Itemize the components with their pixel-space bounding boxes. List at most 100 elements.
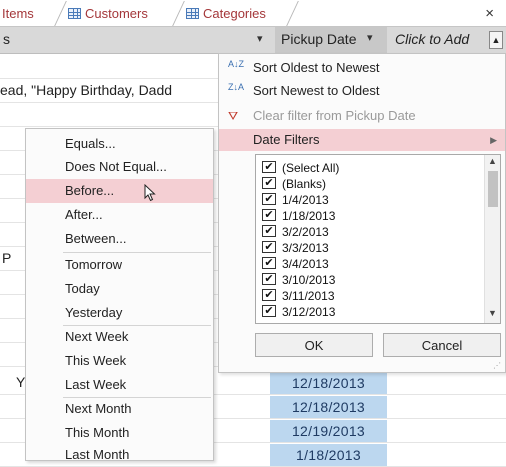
checkbox[interactable]: ✔ (262, 225, 276, 237)
sort-oldest-to-newest-item[interactable]: A↓Z Sort Oldest to Newest (219, 57, 505, 79)
filter-list-item[interactable]: ✔ (Blanks) (256, 175, 486, 191)
scroll-down-icon[interactable]: ▼ (488, 308, 497, 318)
close-tab-button[interactable]: × (485, 5, 494, 22)
submenu-item-today[interactable]: Today (26, 277, 213, 301)
scroll-up-icon[interactable]: ▲ (488, 156, 497, 166)
cancel-button[interactable]: Cancel (383, 333, 501, 357)
filter-list-label: (Select All) (282, 161, 340, 175)
filter-list-item[interactable]: ✔ (Select All) (256, 159, 486, 175)
submenu-item-next-week[interactable]: Next Week (26, 325, 213, 349)
sort-oldest-label: Sort Oldest to Newest (253, 60, 380, 75)
clear-filter-item: ⛛ Clear filter from Pickup Date (219, 105, 505, 127)
filter-list-item[interactable]: ✔ 3/12/2013 (256, 303, 486, 319)
cell-fragment: P (2, 250, 12, 266)
filter-list-label: 1/18/2013 (282, 209, 336, 223)
submenu-arrow-icon: ▶ (490, 135, 497, 145)
filter-list-label: 1/4/2013 (282, 193, 329, 207)
submenu-item-before[interactable]: Before... (26, 179, 213, 203)
checkbox[interactable]: ✔ (262, 289, 276, 301)
filter-list-item[interactable]: ✔ 3/4/2013 (256, 255, 486, 271)
scroll-up-icon[interactable]: ▲ (489, 31, 503, 49)
submenu-item-yesterday[interactable]: Yesterday (26, 301, 213, 325)
filter-list-label: 3/12/2013 (282, 305, 336, 319)
submenu-item-between[interactable]: Between... (26, 227, 213, 251)
submenu-item-label: Does Not Equal... (65, 159, 167, 174)
filter-list-label: 3/2/2013 (282, 225, 329, 239)
checkbox[interactable]: ✔ (262, 177, 276, 189)
description-cell: ead, "Happy Birthday, Dadd (0, 82, 173, 98)
submenu-item-label: Before... (65, 183, 115, 198)
submenu-item-tomorrow[interactable]: Tomorrow (26, 253, 213, 277)
tab-divider (54, 1, 67, 26)
table-icon (68, 8, 81, 19)
checkbox[interactable]: ✔ (262, 273, 276, 285)
pickup-date-label: Pickup Date (281, 31, 357, 47)
submenu-item-label: Tomorrow (65, 257, 123, 272)
filter-list-item[interactable]: ✔ 3/10/2013 (256, 271, 486, 287)
submenu-item-does-not-equal[interactable]: Does Not Equal... (26, 155, 213, 179)
filter-list-item[interactable]: ✔ 1/4/2013 (256, 191, 486, 207)
resize-grip-icon[interactable]: ⋰ (493, 361, 501, 370)
click-to-add-header[interactable]: Click to Add (395, 31, 469, 47)
submenu-item-after[interactable]: After... (26, 203, 213, 227)
sort-newest-to-oldest-item[interactable]: Z↓A Sort Newest to Oldest (219, 80, 505, 102)
filter-list-item[interactable]: ✔ 1/18/2013 (256, 207, 486, 223)
checkbox[interactable]: ✔ (262, 193, 276, 205)
date-filters-item[interactable]: Date Filters ▶ (219, 129, 505, 151)
checkbox[interactable]: ✔ (262, 161, 276, 173)
submenu-item-label: Next Month (65, 401, 132, 416)
tab-categories-label: Categories (203, 6, 266, 21)
submenu-item-equals[interactable]: Equals... (26, 132, 213, 156)
sort-descending-icon: Z↓A (228, 82, 245, 92)
filter-list-scrollbar[interactable]: ▲ ▼ (484, 155, 500, 323)
submenu-item-last-month[interactable]: Last Month (26, 443, 213, 467)
filter-list-label: (Blanks) (282, 177, 327, 191)
pickup-date-cell[interactable]: 12/18/2013 (270, 372, 387, 394)
filter-list-label: 3/11/2013 (282, 289, 335, 303)
submenu-item-this-month[interactable]: This Month (26, 421, 213, 445)
filter-list-label: 3/4/2013 (282, 257, 329, 271)
table-icon (186, 8, 199, 19)
clear-filter-icon: ⛛ (228, 109, 239, 123)
column-filter-menu: A↓Z Sort Oldest to Newest Z↓A Sort Newes… (218, 53, 506, 373)
filter-list-label: 3/3/2013 (282, 241, 329, 255)
submenu-item-label: This Month (65, 425, 130, 440)
submenu-item-next-month[interactable]: Next Month (26, 397, 213, 421)
submenu-item-label: Between... (65, 231, 127, 246)
filter-list-item[interactable]: ✔ 3/2/2013 (256, 223, 486, 239)
pickup-date-filter-arrow-icon[interactable]: ▾ (367, 31, 373, 44)
tab-divider (286, 1, 299, 26)
scrollbar-thumb[interactable] (488, 171, 498, 207)
submenu-item-label: Equals... (65, 136, 116, 151)
tab-categories[interactable]: Categories (186, 3, 266, 25)
dropdown-arrow-icon[interactable]: ▾ (257, 32, 263, 45)
date-filters-submenu: Equals... Does Not Equal... Before... Af… (25, 128, 214, 462)
submenu-item-label: Yesterday (65, 305, 123, 320)
clear-filter-label: Clear filter from Pickup Date (253, 108, 416, 123)
checkbox[interactable]: ✔ (262, 305, 276, 317)
pickup-date-cell[interactable]: 1/18/2013 (270, 444, 387, 466)
submenu-item-label: Today (65, 281, 100, 296)
tab-customers-label: Customers (85, 6, 148, 21)
submenu-item-label: Last Week (65, 377, 127, 392)
filter-list-item[interactable]: ✔ 3/11/2013 (256, 287, 486, 303)
mouse-cursor-icon (144, 184, 156, 202)
date-filters-label: Date Filters (253, 132, 320, 147)
tab-customers[interactable]: Customers (68, 3, 148, 25)
checkbox[interactable]: ✔ (262, 241, 276, 253)
pickup-date-cell[interactable]: 12/18/2013 (270, 396, 387, 418)
cell-fragment: Y (16, 374, 26, 390)
submenu-item-this-week[interactable]: This Week (26, 349, 213, 373)
pickup-date-cell[interactable]: 12/19/2013 (270, 420, 387, 442)
column-header-fragment: s (3, 31, 10, 47)
pickup-date-column-header[interactable]: ▾ Pickup Date ▾ (257, 27, 387, 53)
tab-divider (172, 1, 185, 26)
tab-items[interactable]: Items (2, 3, 34, 25)
submenu-item-label: Next Week (65, 329, 129, 344)
checkbox[interactable]: ✔ (262, 209, 276, 221)
filter-value-list[interactable]: ✔ (Select All) ✔ (Blanks) ✔ 1/4/2013 ✔ 1… (255, 154, 501, 324)
checkbox[interactable]: ✔ (262, 257, 276, 269)
ok-button[interactable]: OK (255, 333, 373, 357)
filter-list-item[interactable]: ✔ 3/3/2013 (256, 239, 486, 255)
submenu-item-last-week[interactable]: Last Week (26, 373, 213, 397)
